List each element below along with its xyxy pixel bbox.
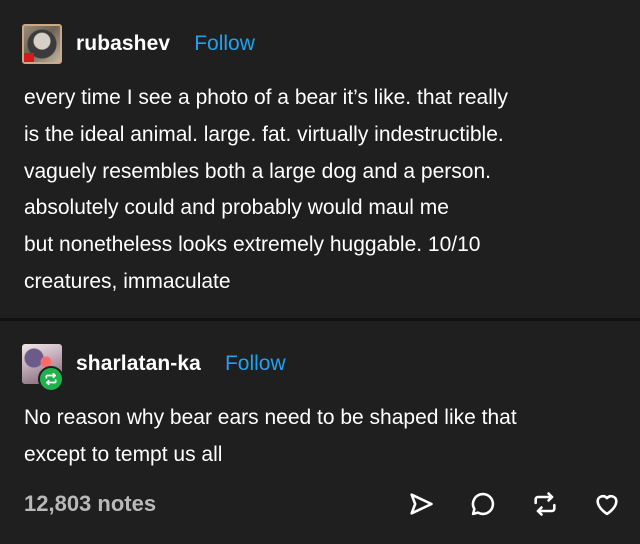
avatar[interactable] [22, 24, 62, 64]
username[interactable]: rubashev [76, 32, 170, 56]
avatar-red-accent [24, 53, 34, 62]
post-footer: 12,803 notes [0, 471, 640, 544]
post-header: rubashev Follow [22, 22, 255, 66]
post-header: sharlatan-ka Follow [22, 342, 286, 392]
body-line: absolutely could and probably would maul… [24, 196, 449, 220]
body-line: creatures, immaculate [24, 269, 231, 293]
post-actions [406, 489, 622, 519]
body-line: every time I see a photo of a bear it’s … [24, 86, 509, 109]
avatar[interactable] [22, 344, 64, 392]
follow-button[interactable]: Follow [194, 32, 255, 56]
body-line: is the ideal animal. large. fat. virtual… [24, 122, 504, 146]
like-icon[interactable] [592, 489, 622, 519]
reblog-icon[interactable] [530, 489, 560, 519]
post-body: every time I see a photo of a bear it’s … [24, 80, 620, 301]
reblog-badge-icon [38, 366, 64, 392]
reblog-sharlatan-ka: sharlatan-ka Follow No reason why bear e… [0, 321, 640, 471]
reply-icon[interactable] [468, 489, 498, 519]
post-body: No reason why bear ears need to be shape… [24, 400, 620, 474]
follow-button[interactable]: Follow [225, 352, 286, 376]
body-line: vaguely resembles both a large dog and a… [24, 159, 491, 183]
tumblr-post: rubashev Follow every time I see a photo… [0, 0, 640, 544]
share-icon[interactable] [406, 489, 436, 519]
username[interactable]: sharlatan-ka [76, 352, 201, 376]
body-line: No reason why bear ears need to be shape… [24, 406, 517, 429]
reblog-rubashev: rubashev Follow every time I see a photo… [0, 0, 640, 318]
notes-count[interactable]: 12,803 notes [24, 491, 156, 517]
body-line: but nonetheless looks extremely huggable… [24, 233, 481, 257]
body-line: except to tempt us all [24, 442, 223, 466]
